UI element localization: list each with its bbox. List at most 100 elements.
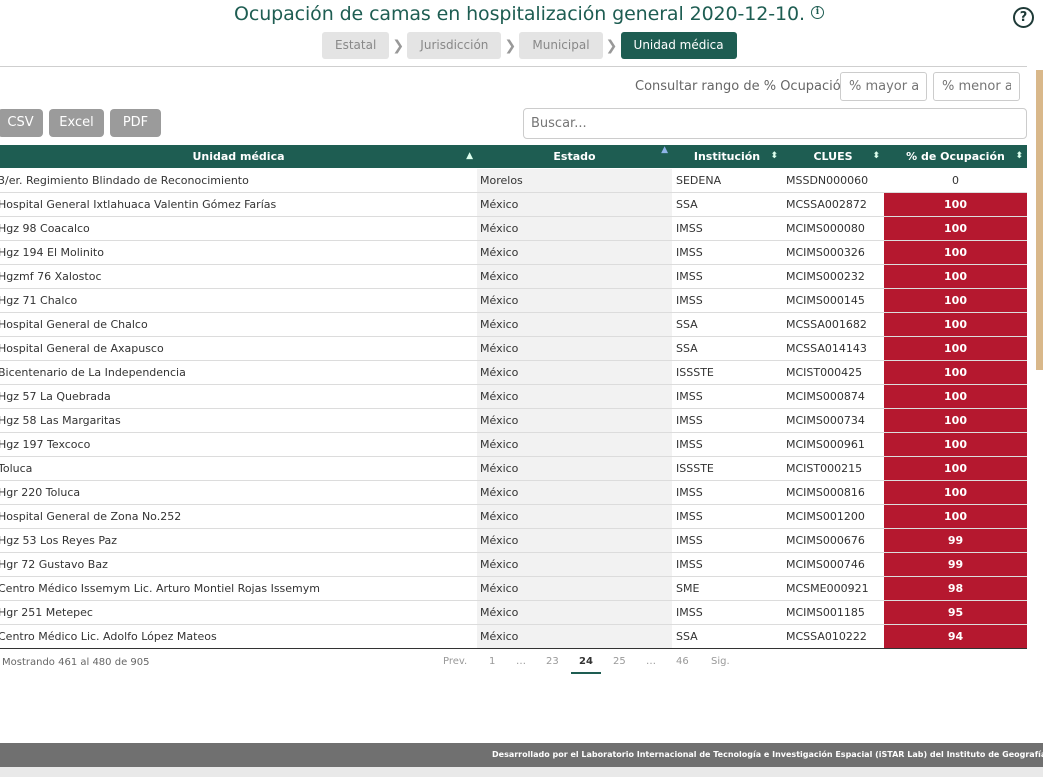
table-row[interactable]: Hospital General de Chalco México SSA MCSSA… [0, 313, 1027, 337]
cell-estado: México [477, 313, 672, 336]
breadcrumb-jurisdiccion[interactable]: Jurisdicción [407, 32, 502, 59]
range-min-input[interactable] [840, 72, 927, 101]
range-max-input[interactable] [933, 72, 1020, 101]
page-prev[interactable]: Prev. [443, 656, 467, 667]
sort-icon[interactable]: ⬍ [872, 145, 880, 168]
page-24-current[interactable]: 24 [571, 656, 601, 674]
table-row[interactable]: 3/er. Regimiento Blindado de Reconocimie… [0, 169, 1027, 193]
cell-unidad: Toluca [0, 462, 33, 475]
column-header-label: Estado [553, 150, 596, 163]
table-row[interactable]: Centro Médico Lic. Adolfo López Mateos Mé… [0, 625, 1027, 649]
cell-unidad: Hospital General de Axapusco [0, 342, 164, 355]
cell-clues: MCIMS001185 [786, 606, 865, 619]
page-46[interactable]: 46 [676, 656, 689, 667]
cell-unidad: Hgzmf 76 Xalostoc [0, 270, 102, 283]
cell-institucion: ISSSTE [676, 366, 714, 379]
page-title: Ocupación de camas en hospitalización ge… [234, 3, 824, 25]
column-header-estado[interactable]: Estado ▲ [477, 145, 672, 168]
sort-icon[interactable]: ⬍ [770, 145, 778, 168]
page-1[interactable]: 1 [489, 656, 495, 667]
cell-ocupacion: 100 [884, 409, 1027, 432]
breadcrumb-estatal[interactable]: Estatal [322, 32, 390, 59]
pagination-info: Mostrando 461 al 480 de 905 [2, 657, 150, 668]
cell-institucion: IMSS [676, 534, 703, 547]
breadcrumb-municipal[interactable]: Municipal [519, 32, 603, 59]
table-row[interactable]: Hgzmf 76 Xalostoc México IMSS MCIMS000232 10… [0, 265, 1027, 289]
column-header-label: % de Ocupación [906, 150, 1005, 163]
table-row[interactable]: Hospital General Ixtlahuaca Valentin Góm… [0, 193, 1027, 217]
search-input[interactable] [523, 108, 1027, 139]
help-icon[interactable]: ? [1013, 7, 1034, 28]
cell-ocupacion: 0 [952, 174, 959, 187]
cell-institucion: SSA [676, 630, 698, 643]
table-row[interactable]: Hospital General de Zona No.252 México IMS… [0, 505, 1027, 529]
cell-estado: México [477, 241, 672, 264]
cell-unidad: 3/er. Regimiento Blindado de Reconocimie… [0, 174, 249, 187]
table-row[interactable]: Hgr 220 Toluca México IMSS MCIMS000816 100 [0, 481, 1027, 505]
table-row[interactable]: Hgz 58 Las Margaritas México IMSS MCIMS0007… [0, 409, 1027, 433]
cell-ocupacion: 98 [884, 577, 1027, 600]
sort-icon[interactable]: ⬍ [1015, 145, 1023, 168]
cell-institucion: IMSS [676, 558, 703, 571]
cell-clues: MCIMS000961 [786, 438, 865, 451]
table-row[interactable]: Hgz 194 El Molinito México IMSS MCIMS000326… [0, 241, 1027, 265]
table-row[interactable]: Hgz 197 Texcoco México IMSS MCIMS000961 100 [0, 433, 1027, 457]
cell-ocupacion: 100 [884, 241, 1027, 264]
table-row[interactable]: Hgz 71 Chalco México IMSS MCIMS000145 100 [0, 289, 1027, 313]
table-row[interactable]: Bicentenario de La Independencia México IS… [0, 361, 1027, 385]
cell-institucion: SME [676, 582, 700, 595]
cell-estado: México [477, 577, 672, 600]
page-23[interactable]: 23 [546, 656, 559, 667]
cell-estado: México [477, 553, 672, 576]
page-25[interactable]: 25 [613, 656, 626, 667]
cell-unidad: Hgz 197 Texcoco [0, 438, 91, 451]
cell-clues: MCIMS000734 [786, 414, 865, 427]
table-row[interactable]: Hgr 72 Gustavo Baz México IMSS MCIMS000746 9… [0, 553, 1027, 577]
chevron-right-icon: ❯ [504, 37, 517, 54]
pdf-button[interactable]: PDF [110, 109, 161, 137]
chevron-right-icon: ❯ [605, 37, 618, 54]
excel-button[interactable]: Excel [49, 109, 104, 137]
column-header-institucion[interactable]: Institución ⬍ [672, 145, 782, 168]
cell-unidad: Centro Médico Issemym Lic. Arturo Montie… [0, 582, 320, 595]
table-row[interactable]: Hgr 251 Metepec México IMSS MCIMS001185 95 [0, 601, 1027, 625]
column-header-ocupacion[interactable]: % de Ocupación ⬍ [884, 145, 1027, 168]
cell-ocupacion: 100 [884, 361, 1027, 384]
info-icon[interactable]: i [810, 6, 824, 19]
cell-unidad: Hospital General de Zona No.252 [0, 510, 182, 523]
cell-unidad: Hgz 71 Chalco [0, 294, 78, 307]
page-next[interactable]: Sig. [711, 656, 730, 667]
cell-clues: MCIMS000816 [786, 486, 865, 499]
cell-institucion: SSA [676, 318, 698, 331]
cell-clues: MCIMS000326 [786, 246, 865, 259]
scrollbar[interactable] [1036, 70, 1043, 370]
table-row[interactable]: Centro Médico Issemym Lic. Arturo Montie… [0, 577, 1027, 601]
sort-icon[interactable]: ▲ [661, 139, 668, 162]
table-row[interactable]: Hgz 57 La Quebrada México IMSS MCIMS000874 1… [0, 385, 1027, 409]
cell-ocupacion: 94 [884, 625, 1027, 648]
cell-estado: México [477, 505, 672, 528]
divider [0, 66, 1027, 67]
table-row[interactable]: Hgz 53 Los Reyes Paz México IMSS MCIMS00067… [0, 529, 1027, 553]
column-header-label: CLUES [813, 150, 853, 163]
cell-clues: MCIMS000746 [786, 558, 865, 571]
table-row[interactable]: Toluca México ISSSTE MCIST000215 100 [0, 457, 1027, 481]
cell-estado: México [477, 481, 672, 504]
cell-unidad: Hgr 251 Metepec [0, 606, 93, 619]
cell-ocupacion: 100 [884, 481, 1027, 504]
table-row[interactable]: Hgz 98 Coacalco México IMSS MCIMS000080 100 [0, 217, 1027, 241]
cell-estado: México [477, 337, 672, 360]
cell-estado: México [477, 625, 672, 648]
cell-unidad: Hgz 194 El Molinito [0, 246, 104, 259]
cell-institucion: IMSS [676, 606, 703, 619]
sort-icon[interactable]: ▲ [466, 145, 473, 168]
table-row[interactable]: Hospital General de Axapusco México SSA MCS… [0, 337, 1027, 361]
csv-button[interactable]: CSV [0, 109, 43, 137]
column-header-clues[interactable]: CLUES ⬍ [782, 145, 884, 168]
cell-ocupacion: 100 [884, 193, 1027, 216]
cell-institucion: IMSS [676, 414, 703, 427]
cell-unidad: Hgr 72 Gustavo Baz [0, 558, 108, 571]
breadcrumb-unidad-medica[interactable]: Unidad médica [620, 32, 737, 59]
column-header-unidad[interactable]: Unidad médica ▲ [0, 145, 477, 168]
cell-ocupacion: 100 [884, 385, 1027, 408]
